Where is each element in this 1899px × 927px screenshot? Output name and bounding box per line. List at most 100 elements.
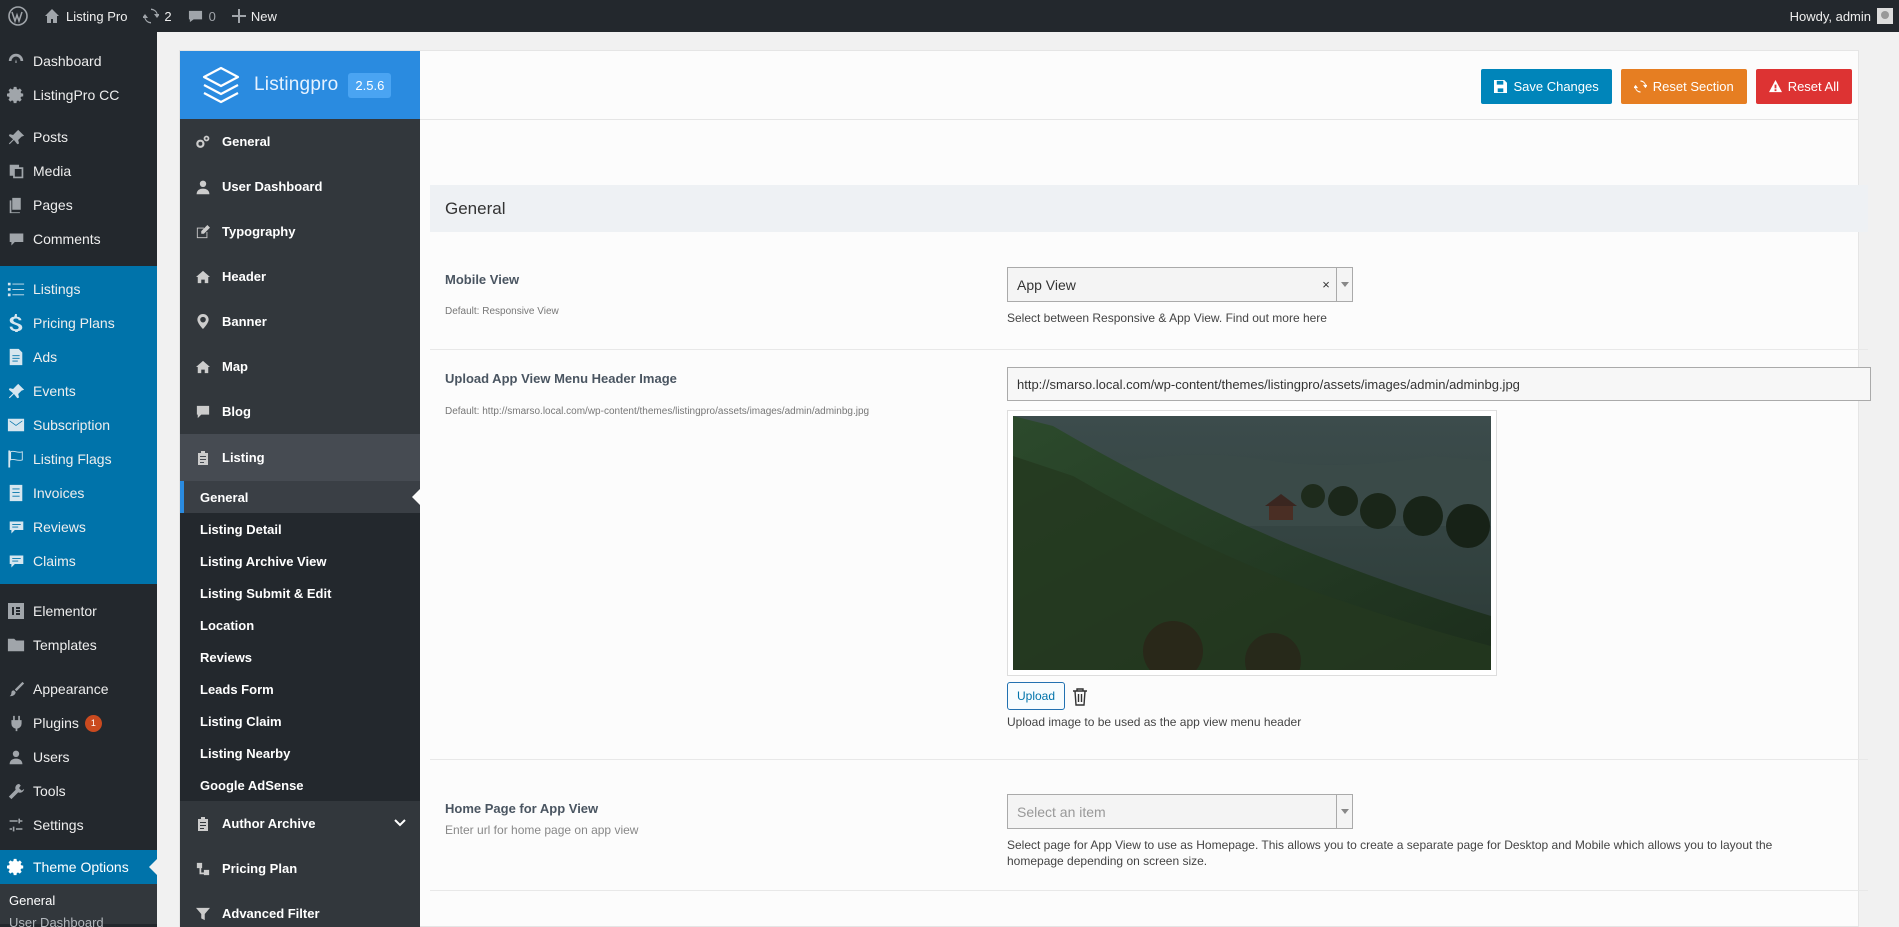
menu-item-invoices[interactable]: Invoices [0, 476, 157, 510]
menu-item-claims[interactable]: Claims [0, 544, 157, 578]
menu-item-listings[interactable]: Listings [0, 272, 157, 306]
update-count-badge: 1 [84, 714, 102, 732]
content-area: Listingpro 2.5.6 General User Dashboard Ty… [157, 32, 1899, 927]
dollar-icon [6, 313, 26, 333]
field-default: Default: Responsive View [445, 306, 559, 317]
refresh-icon [1633, 80, 1653, 93]
clipboard-icon [194, 450, 212, 465]
menu-item-listingpro-cc[interactable]: ListingPro CC [0, 78, 157, 112]
menu-item-reviews[interactable]: Reviews [0, 510, 157, 544]
pin-icon [6, 381, 26, 401]
menu-item-theme-options[interactable]: Theme Options [0, 850, 157, 884]
reset-all-button[interactable]: Reset All [1755, 69, 1852, 104]
gears-icon [194, 135, 212, 149]
chevron-down-icon[interactable] [1336, 268, 1352, 301]
image-url-input[interactable]: http://smarso.local.com/wp-content/theme… [1007, 367, 1871, 401]
upload-button[interactable]: Upload [1007, 682, 1066, 710]
updates-link[interactable]: 2 [135, 0, 179, 32]
menu-label: Events [33, 383, 76, 399]
menu-item-users[interactable]: Users [0, 740, 157, 774]
pin-icon [6, 127, 26, 147]
menu-item-posts[interactable]: Posts [0, 120, 157, 154]
home-icon [194, 270, 212, 284]
options-subnav-listing-nearby[interactable]: Listing Nearby [180, 737, 420, 769]
menu-item-tools[interactable]: Tools [0, 774, 157, 808]
wordpress-logo-icon[interactable] [0, 0, 36, 32]
clear-icon[interactable]: × [1316, 277, 1336, 292]
options-subnav-general[interactable]: General [180, 481, 420, 513]
menu-item-pricing-plans[interactable]: Pricing Plans [0, 306, 157, 340]
new-content-link[interactable]: New [224, 0, 285, 32]
comments-link[interactable]: 0 [180, 0, 224, 32]
listing-subnav: General Listing Detail Listing Archive Vie… [180, 481, 420, 801]
select-value: App View [1017, 276, 1076, 293]
gear-icon [6, 85, 26, 105]
options-nav-listing[interactable]: Listing [180, 434, 420, 481]
site-name-link[interactable]: Listing Pro [36, 0, 135, 32]
options-nav-general[interactable]: General [180, 119, 420, 164]
options-subnav-leads-form[interactable]: Leads Form [180, 673, 420, 705]
options-nav-blog[interactable]: Blog [180, 389, 420, 434]
chevron-down-icon[interactable] [1336, 795, 1352, 828]
edit-icon [194, 224, 212, 239]
menu-label: Listing Flags [33, 451, 112, 467]
options-nav-header[interactable]: Header [180, 254, 420, 299]
options-nav-author-archive[interactable]: Author Archive [180, 801, 420, 846]
nav-label: General [222, 134, 271, 149]
menu-item-events[interactable]: Events [0, 374, 157, 408]
options-nav-user-dashboard[interactable]: User Dashboard [180, 164, 420, 209]
options-main: Save Changes Reset Section Reset All Gen… [420, 51, 1871, 927]
mobile-view-select[interactable]: App View × [1007, 267, 1353, 302]
menu-item-plugins[interactable]: Plugins 1 [0, 706, 157, 740]
options-subnav-location[interactable]: Location [180, 609, 420, 641]
options-subnav-listing-detail[interactable]: Listing Detail [180, 513, 420, 545]
field-label: Mobile View [445, 272, 520, 287]
options-subnav-google-adsense[interactable]: Google AdSense [180, 769, 420, 801]
menu-item-comments[interactable]: Comments [0, 222, 157, 256]
menu-item-listing-flags[interactable]: Listing Flags [0, 442, 157, 476]
settings-icon [6, 815, 26, 835]
options-nav-map[interactable]: Map [180, 344, 420, 389]
menu-label: Users [33, 749, 70, 765]
options-subnav-listing-claim[interactable]: Listing Claim [180, 705, 420, 737]
admin-menu: Dashboard ListingPro CC Posts Media Pages Co… [0, 32, 157, 927]
options-sidebar: Listingpro 2.5.6 General User Dashboard Ty… [180, 51, 420, 927]
options-subnav-listing-archive-view[interactable]: Listing Archive View [180, 545, 420, 577]
menu-item-elementor[interactable]: Elementor [0, 594, 157, 628]
options-nav-pricing-plan[interactable]: Pricing Plan [180, 846, 420, 891]
options-nav-typography[interactable]: Typography [180, 209, 420, 254]
menu-item-appearance[interactable]: Appearance [0, 672, 157, 706]
options-nav-banner[interactable]: Banner [180, 299, 420, 344]
nav-label: Listing [222, 450, 265, 465]
options-subnav-listing-submit-and-edit[interactable]: Listing Submit & Edit [180, 577, 420, 609]
image-preview [1007, 410, 1497, 676]
options-nav-advanced-filter[interactable]: Advanced Filter [180, 891, 420, 927]
nav-label: Typography [222, 224, 296, 239]
save-changes-button[interactable]: Save Changes [1481, 69, 1612, 104]
submenu-item-general[interactable]: General [9, 890, 157, 912]
media-icon [6, 161, 26, 181]
menu-item-settings[interactable]: Settings [0, 808, 157, 842]
menu-item-templates[interactable]: Templates [0, 628, 157, 662]
home-page-select[interactable]: Select an item [1007, 794, 1353, 829]
menu-item-ads[interactable]: Ads [0, 340, 157, 374]
flag-icon [6, 449, 26, 469]
menu-item-subscription[interactable]: Subscription [0, 408, 157, 442]
brush-icon [6, 679, 26, 699]
save-icon [1494, 80, 1513, 93]
trash-icon[interactable] [1072, 687, 1088, 709]
new-label: New [250, 8, 277, 24]
theme-options-panel: Listingpro 2.5.6 General User Dashboard Ty… [179, 50, 1871, 927]
submenu-item-user-dashboard[interactable]: User Dashboard [9, 912, 157, 927]
options-subnav-reviews[interactable]: Reviews [180, 641, 420, 673]
options-header: Save Changes Reset Section Reset All [420, 51, 1858, 120]
comment-icon [194, 405, 212, 419]
menu-item-pages[interactable]: Pages [0, 188, 157, 222]
menu-item-media[interactable]: Media [0, 154, 157, 188]
my-account-link[interactable]: Howdy, admin [1782, 0, 1899, 32]
plug-icon [6, 713, 26, 733]
menu-item-dashboard[interactable]: Dashboard [0, 44, 157, 78]
reset-section-button[interactable]: Reset Section [1620, 69, 1747, 104]
chevron-down-icon[interactable] [394, 815, 406, 830]
list-icon [6, 279, 26, 299]
